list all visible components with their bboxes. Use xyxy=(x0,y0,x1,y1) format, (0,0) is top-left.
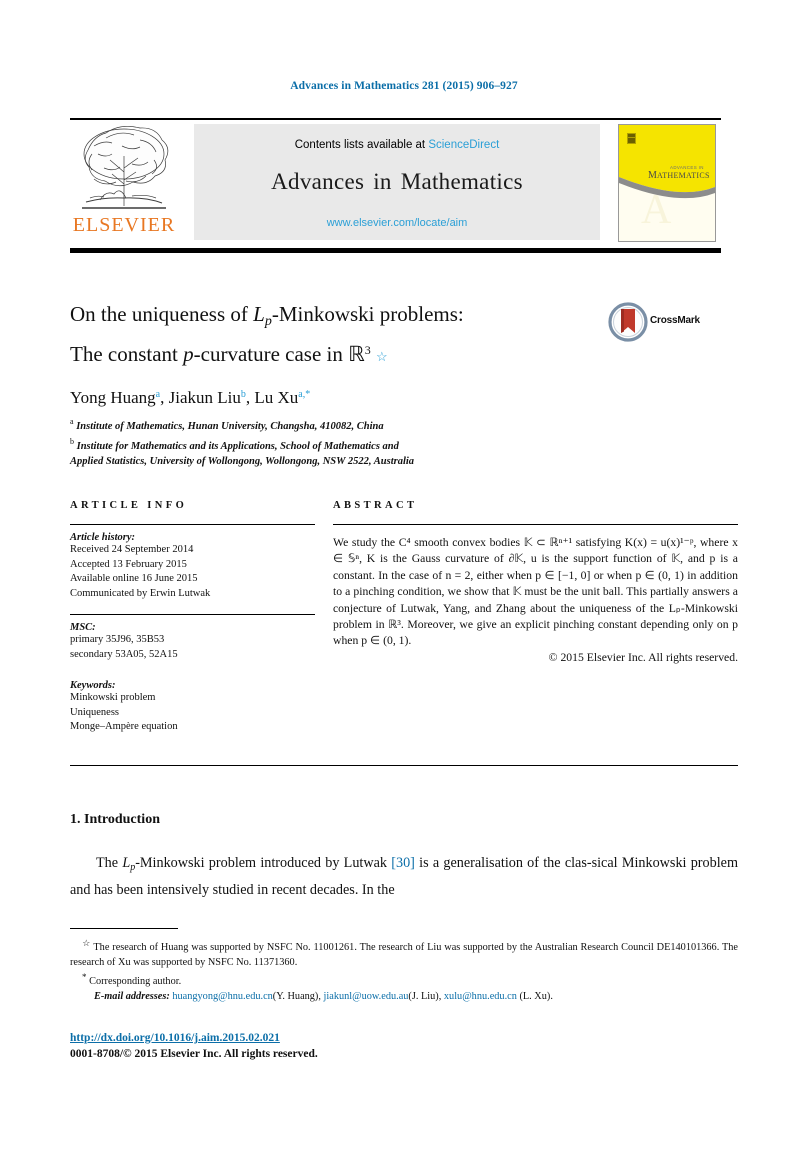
email-addresses-label: E-mail addresses: xyxy=(94,990,170,1002)
email-owner-liu: (J. Liu) xyxy=(408,990,439,1002)
article-history-received: Received 24 September 2014 xyxy=(70,544,194,555)
journal-url-link[interactable]: www.elsevier.com/locate/aim xyxy=(194,195,600,229)
article-info-column: ARTICLE INFO Article history: Received 2… xyxy=(70,500,315,735)
footnote-emails: E-mail addresses: huangyong@hnu.edu.cn(Y… xyxy=(94,990,553,1002)
keyword-item: Minkowski problem xyxy=(70,692,156,703)
running-head: Advances in Mathematics 281 (2015) 906–9… xyxy=(290,80,518,92)
email-owner-huang: (Y. Huang) xyxy=(272,990,319,1002)
journal-title: Advances in Mathematics xyxy=(194,151,600,195)
section-divider-rule xyxy=(70,765,738,767)
issn-copyright-line: 0001-8708/© 2015 Elsevier Inc. All right… xyxy=(70,1048,318,1060)
footnote-asterisk-mark: * xyxy=(82,972,87,983)
affiliation-text-b-cont: Applied Statistics, University of Wollon… xyxy=(70,456,415,467)
title-math-L: L xyxy=(253,302,265,326)
footnote-block: ☆ The research of Huang was supported by… xyxy=(70,936,738,1004)
title-line-1: On the uniqueness of Lp-Minkowski proble… xyxy=(70,302,464,329)
elsevier-logo: ELSEVIER xyxy=(70,124,178,240)
contents-available-line: Contents lists available at ScienceDirec… xyxy=(194,124,600,151)
title-math-p: p xyxy=(183,342,194,366)
title-sup-3: 3 xyxy=(364,343,371,357)
article-history-online: Available online 16 June 2015 xyxy=(70,573,198,584)
email-link-huang[interactable]: huangyong@hnu.edu.cn xyxy=(172,991,272,1002)
msc-secondary: secondary 53A05, 52A15 xyxy=(70,648,178,660)
keyword-item: Uniqueness xyxy=(70,706,119,718)
journal-title-word-2: in xyxy=(373,168,392,194)
citation-link-30[interactable]: [30] xyxy=(391,855,415,871)
author-3-affil-mark[interactable]: a,* xyxy=(298,389,310,400)
crossmark-label: CrossMark xyxy=(650,315,700,326)
svg-text:A: A xyxy=(641,187,672,233)
page-title: On the uniqueness of Lp-Minkowski proble… xyxy=(70,300,590,371)
affiliation-text-b: Institute for Mathematics and its Applic… xyxy=(76,441,399,452)
affiliation-mark-a: a xyxy=(70,417,74,426)
author-1: Yong Huanga xyxy=(70,388,161,407)
footnote-star-mark: ☆ xyxy=(82,938,91,948)
affiliation-item: a Institute of Mathematics, Hunan Univer… xyxy=(70,414,670,434)
title-footnote-star-icon[interactable]: ☆ xyxy=(376,349,388,364)
article-history-communicated: Communicated by Erwin Lutwak xyxy=(70,587,211,599)
author-3: Lu Xua,* xyxy=(254,388,311,407)
footnote-divider-rule xyxy=(70,928,178,929)
svg-text:ADVANCES IN: ADVANCES IN xyxy=(670,165,704,170)
affiliation-item: b Institute for Mathematics and its Appl… xyxy=(70,434,670,454)
email-link-xu[interactable]: xulu@hnu.edu.cn xyxy=(444,991,517,1002)
article-info-rule xyxy=(70,524,315,525)
footer-block: http://dx.doi.org/10.1016/j.aim.2015.02.… xyxy=(70,1030,318,1062)
journal-cover-thumbnail: A ADVANCES IN M ATHEMATICS xyxy=(618,123,716,242)
introduction-heading: 1. Introduction xyxy=(70,812,160,827)
keywords-label: Keywords: xyxy=(70,680,116,691)
msc-rule xyxy=(70,614,315,615)
affiliation-item: Applied Statistics, University of Wollon… xyxy=(70,454,670,469)
footnote-funding: ☆ The research of Huang was supported by… xyxy=(70,936,738,970)
paper-page: Advances in Mathematics 281 (2015) 906–9… xyxy=(0,0,808,1162)
title-line-2: The constant p-curvature case in ℝ3 ☆ xyxy=(70,342,388,366)
masthead-rule-bottom xyxy=(70,247,721,253)
keywords-group: Keywords: Minkowski problem Uniqueness M… xyxy=(70,680,315,735)
affiliation-list: a Institute of Mathematics, Hunan Univer… xyxy=(70,414,670,469)
title-math-sub-p: p xyxy=(264,314,272,329)
affiliation-text-a: Institute of Mathematics, Hunan Universi… xyxy=(76,421,384,432)
journal-title-word-1: Advances xyxy=(271,168,365,194)
doi-link[interactable]: http://dx.doi.org/10.1016/j.aim.2015.02.… xyxy=(70,1030,318,1046)
masthead-body: ELSEVIER Contents lists available at Sci… xyxy=(70,123,738,242)
keyword-item: Monge–Ampère equation xyxy=(70,721,178,732)
crossmark-badge[interactable]: CrossMark xyxy=(608,302,728,342)
elsevier-tree-icon xyxy=(70,124,178,216)
msc-label: MSC: xyxy=(70,622,96,633)
title-block: On the uniqueness of Lp-Minkowski proble… xyxy=(70,300,738,371)
masthead-rule-top xyxy=(70,118,721,120)
affiliation-mark-b: b xyxy=(70,437,74,446)
svg-text:ATHEMATICS: ATHEMATICS xyxy=(657,171,710,180)
msc-primary: primary 35J96, 35B53 xyxy=(70,634,165,645)
contents-available-text: Contents lists available at xyxy=(294,138,426,151)
introduction-paragraph: The Lp-Minkowski problem introduced by L… xyxy=(70,855,738,898)
abstract-column: ABSTRACT We study the C⁴ smooth convex b… xyxy=(333,500,738,664)
abstract-rule xyxy=(333,524,738,525)
footnote-funding-text: The research of Huang was supported by N… xyxy=(70,942,738,968)
journal-title-word-3: Mathematics xyxy=(400,168,523,194)
abstract-copyright: © 2015 Elsevier Inc. All rights reserved… xyxy=(548,650,738,664)
elsevier-wordmark: ELSEVIER xyxy=(72,213,176,236)
crossmark-icon xyxy=(608,302,648,342)
msc-group: MSC: primary 35J96, 35B53 secondary 53A0… xyxy=(70,622,315,662)
footnote-corresponding: * Corresponding author. xyxy=(70,970,738,990)
journal-masthead: ELSEVIER Contents lists available at Sci… xyxy=(70,118,738,253)
email-link-liu[interactable]: jiakunl@uow.edu.au xyxy=(324,991,409,1002)
sciencedirect-link[interactable]: ScienceDirect xyxy=(428,139,499,151)
abstract-heading: ABSTRACT xyxy=(333,500,418,511)
svg-text:M: M xyxy=(648,170,657,181)
author-list: Yong Huanga, Jiakun Liub, Lu Xua,* xyxy=(70,388,311,407)
abstract-text: We study the C⁴ smooth convex bodies 𝕂 ⊂… xyxy=(333,536,738,648)
journal-banner: Contents lists available at ScienceDirec… xyxy=(194,123,600,240)
article-history-accepted: Accepted 13 February 2015 xyxy=(70,558,187,570)
email-owner-xu: (L. Xu). xyxy=(519,990,553,1002)
article-history-group: Article history: Received 24 September 2… xyxy=(70,532,315,601)
footnote-corresponding-text: Corresponding author. xyxy=(89,976,182,988)
article-info-heading: ARTICLE INFO xyxy=(70,500,188,511)
author-2: Jiakun Liub xyxy=(168,388,246,407)
article-history-label: Article history: xyxy=(70,532,136,543)
